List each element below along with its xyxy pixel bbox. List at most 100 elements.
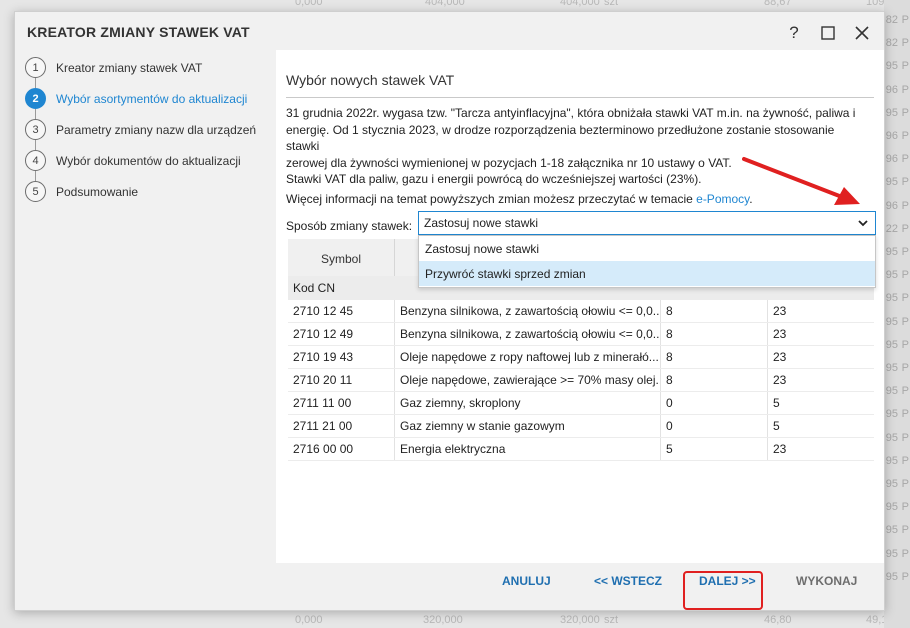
bg-right-cell: 96 xyxy=(885,153,898,166)
cell-name: Benzyna silnikowa, z zawartością ołowiu … xyxy=(395,323,661,345)
bg-right-cell: 95 xyxy=(885,408,898,421)
close-icon[interactable] xyxy=(848,20,876,46)
cell-old-rate: 8 xyxy=(661,300,768,322)
table-row[interactable]: 2716 00 00 Energia elektryczna 5 23 xyxy=(288,438,874,461)
cell-name: Gaz ziemny, skroplony xyxy=(395,392,661,414)
bg-right-cell: 95 xyxy=(885,362,898,374)
bg-right-letter: P xyxy=(901,362,909,374)
bg-cell: 404,000 xyxy=(560,0,600,8)
table-row[interactable]: 2710 20 11 Oleje napędowe, zawierające >… xyxy=(288,369,874,392)
table-row[interactable]: 2711 21 00 Gaz ziemny w stanie gazowym 0… xyxy=(288,415,874,438)
step-3[interactable]: 3 Parametry zmiany nazw dla urządzeń xyxy=(25,114,270,150)
chevron-down-icon[interactable] xyxy=(855,214,871,232)
bg-right-cell: 96 xyxy=(885,83,898,96)
bg-cell: 46,80 xyxy=(764,614,792,626)
bg-right-letter: P xyxy=(901,524,909,537)
column-header-symbol[interactable]: Symbol xyxy=(288,239,394,279)
bg-right-letter: P xyxy=(901,454,909,467)
bg-cell: 0,000 xyxy=(295,614,323,626)
bg-right-letter: P xyxy=(901,130,909,142)
vat-wizard-dialog: KREATOR ZMIANY STAWEK VAT ? 1 Kreator zm… xyxy=(14,11,885,611)
cell-old-rate: 0 xyxy=(661,415,768,437)
step-1[interactable]: 1 Kreator zmiany stawek VAT xyxy=(25,52,270,88)
bg-right-cell: 96 xyxy=(885,130,898,142)
bg-cell: szt xyxy=(604,614,619,626)
bg-right-cell: 95 xyxy=(885,338,898,351)
cell-name: Energia elektryczna xyxy=(395,438,661,460)
next-button-highlight xyxy=(683,571,763,610)
more-info-text: Więcej informacji na temat powyższych zm… xyxy=(286,191,697,206)
table-row[interactable]: 2711 11 00 Gaz ziemny, skroplony 0 5 xyxy=(288,392,874,415)
bg-right-letter: P xyxy=(901,14,909,26)
divider xyxy=(286,97,874,98)
step-label: Kreator zmiany stawek VAT xyxy=(56,60,203,75)
cell-symbol: 2711 21 00 xyxy=(288,415,395,437)
cell-old-rate: 8 xyxy=(661,369,768,391)
cell-new-rate[interactable]: 5 xyxy=(768,415,874,437)
back-button[interactable]: << WSTECZ xyxy=(594,574,662,588)
option-restore-old-rates[interactable]: Przywróć stawki sprzed zmian xyxy=(419,261,875,286)
bg-right-letter: P xyxy=(901,501,909,514)
maximize-icon[interactable] xyxy=(814,20,842,46)
cell-symbol: 2710 12 49 xyxy=(288,323,395,345)
background-right-column: 82 P 82 P 95 P 96 P 95 P 96 P 96 P 95 P 96 P 22 P 95 P 95 P 95 P 9… xyxy=(884,0,910,628)
bg-right-cell: 95 xyxy=(885,570,898,583)
main-panel: Wybór nowych stawek VAT 31 grudnia 2022r… xyxy=(276,50,884,563)
bg-right-letter: P xyxy=(901,547,909,560)
step-number: 2 xyxy=(25,88,46,109)
bg-right-letter: P xyxy=(901,478,909,490)
cell-new-rate[interactable]: 23 xyxy=(768,300,874,322)
bg-cell: 88,67 xyxy=(764,0,792,8)
table-row[interactable]: 2710 19 43 Oleje napędowe z ropy naftowe… xyxy=(288,346,874,369)
bg-right-cell: 95 xyxy=(885,454,898,467)
cell-name: Gaz ziemny w stanie gazowym xyxy=(395,415,661,437)
cell-symbol: 2716 00 00 xyxy=(288,438,395,460)
cell-new-rate[interactable]: 23 xyxy=(768,323,874,345)
bg-right-cell: 95 xyxy=(885,315,898,328)
cell-new-rate[interactable]: 23 xyxy=(768,369,874,391)
cell-name: Oleje napędowe, zawierające >= 70% masy … xyxy=(395,369,661,391)
bg-right-cell: 82 xyxy=(885,37,898,50)
table-row[interactable]: 2710 12 49 Benzyna silnikowa, z zawartoś… xyxy=(288,323,874,346)
bg-right-letter: P xyxy=(901,106,909,119)
bg-cell: 404,000 xyxy=(425,0,465,8)
cell-name: Benzyna silnikowa, z zawartością ołowiu … xyxy=(395,300,661,322)
bg-right-letter: P xyxy=(901,37,909,50)
table-row[interactable]: 2710 12 45 Benzyna silnikowa, z zawartoś… xyxy=(288,300,874,323)
execute-button[interactable]: WYKONAJ xyxy=(796,574,857,588)
cell-symbol: 2710 12 45 xyxy=(288,300,395,322)
cell-symbol: 2710 20 11 xyxy=(288,369,395,391)
method-dropdown-list: Zastosuj nowe stawki Przywróć stawki spr… xyxy=(418,235,876,288)
cell-old-rate: 8 xyxy=(661,323,768,345)
bg-right-cell: 95 xyxy=(885,547,898,560)
bg-right-letter: P xyxy=(901,570,909,583)
dialog-title: KREATOR ZMIANY STAWEK VAT xyxy=(27,24,250,40)
bg-right-cell: 95 xyxy=(885,385,898,398)
step-number: 1 xyxy=(25,57,46,78)
cell-new-rate[interactable]: 23 xyxy=(768,438,874,460)
method-selected-value: Zastosuj nowe stawki xyxy=(424,216,539,230)
cell-new-rate[interactable]: 5 xyxy=(768,392,874,414)
cell-new-rate[interactable]: 23 xyxy=(768,346,874,368)
bg-right-letter: P xyxy=(901,60,909,73)
bg-right-letter: P xyxy=(901,431,909,444)
step-4[interactable]: 4 Wybór dokumentów do aktualizacji xyxy=(25,145,270,181)
step-2[interactable]: 2 Wybór asortymentów do aktualizacji xyxy=(25,83,270,119)
step-5[interactable]: 5 Podsumowanie xyxy=(25,176,270,207)
cancel-button[interactable]: ANULUJ xyxy=(502,574,551,588)
bg-right-letter: P xyxy=(901,222,909,235)
step-label: Parametry zmiany nazw dla urządzeń xyxy=(56,122,257,137)
cell-old-rate: 8 xyxy=(661,346,768,368)
cell-name: Oleje napędowe z ropy naftowej lub z min… xyxy=(395,346,661,368)
table-body: 2710 12 45 Benzyna silnikowa, z zawartoś… xyxy=(288,300,874,461)
cell-symbol: 2710 19 43 xyxy=(288,346,395,368)
step-label: Podsumowanie xyxy=(56,184,139,199)
bg-right-cell: 95 xyxy=(885,431,898,444)
help-icon[interactable]: ? xyxy=(780,20,808,46)
cell-old-rate: 5 xyxy=(661,438,768,460)
annotation-arrow xyxy=(742,157,860,205)
bg-right-cell: 95 xyxy=(885,246,898,258)
option-apply-new-rates[interactable]: Zastosuj nowe stawki xyxy=(419,236,875,261)
wizard-steps: 1 Kreator zmiany stawek VAT 2 Wybór asor… xyxy=(25,52,270,207)
bg-right-letter: P xyxy=(901,338,909,351)
